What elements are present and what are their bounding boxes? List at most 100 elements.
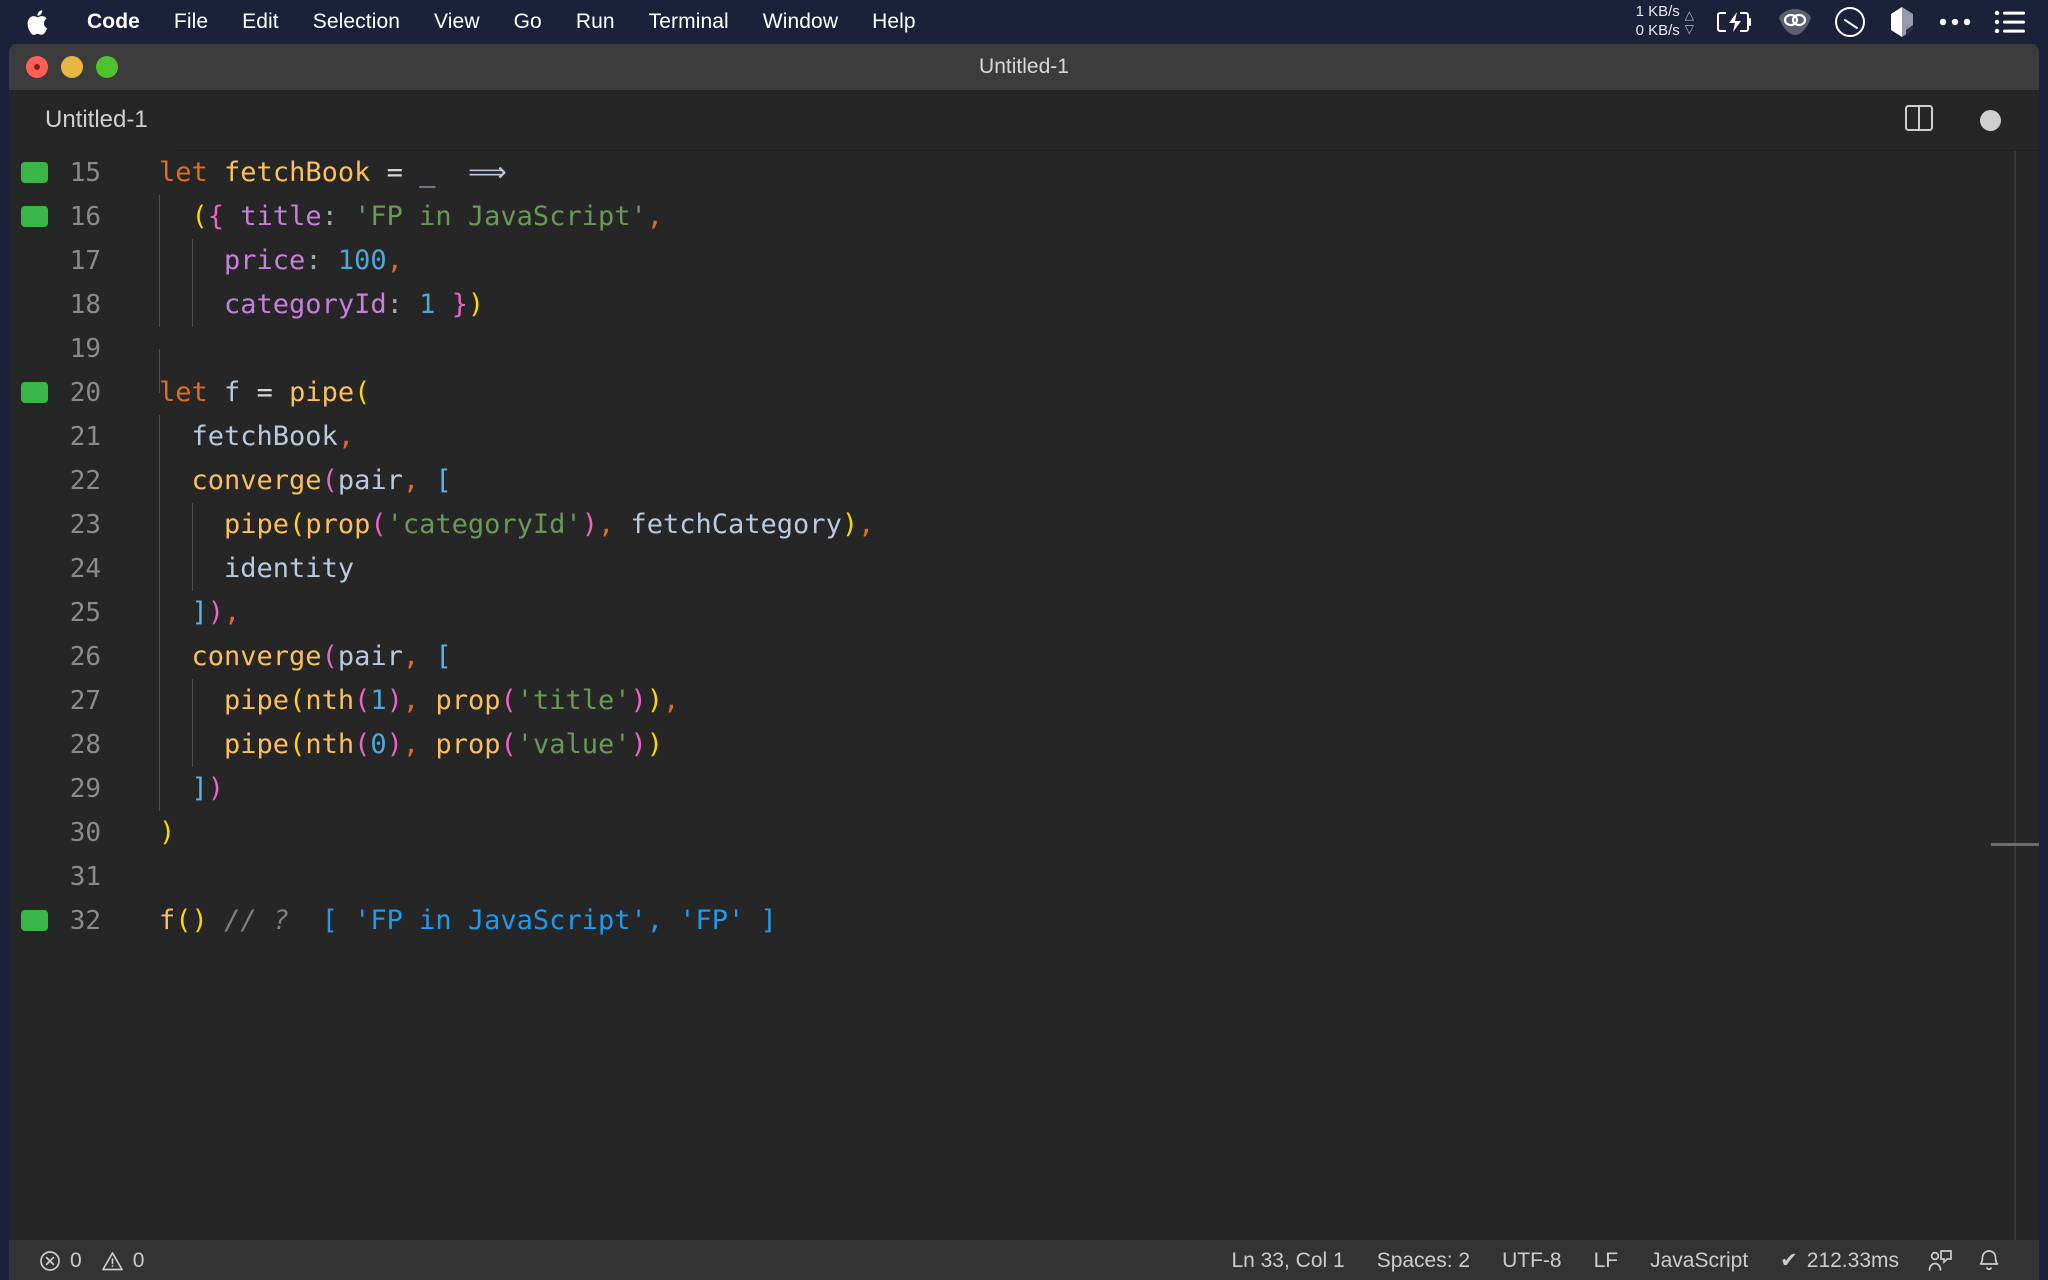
tab-untitled-1[interactable]: Untitled-1 — [9, 89, 176, 151]
code-line[interactable]: 30) — [9, 811, 2039, 855]
indent-guide — [159, 767, 160, 811]
cursor-position[interactable]: Ln 33, Col 1 — [1215, 1240, 1360, 1280]
network-upload-speed: 1 KB/s — [1635, 3, 1680, 21]
code-line[interactable]: 29 ]) — [9, 767, 2039, 811]
control-center-list-icon[interactable] — [1994, 9, 2026, 35]
close-button[interactable] — [26, 55, 48, 78]
line-number: 29 — [69, 774, 101, 804]
indent-guide — [159, 459, 160, 503]
window-title-bar: Untitled-1 — [9, 43, 2039, 90]
network-download-speed: 0 KB/s — [1635, 22, 1680, 39]
indent-guide — [159, 547, 160, 591]
editor-minimap[interactable] — [2015, 151, 2039, 1240]
code-lines-container: 15 let fetchBook = _ ⟹ 16 ({ title: 'FP in… — [9, 151, 2039, 943]
menu-item-selection[interactable]: Selection — [296, 0, 417, 44]
menu-item-help[interactable]: Help — [855, 0, 933, 44]
code-line[interactable]: 21 fetchBook, — [9, 415, 2039, 459]
quokka-run-status[interactable]: ✔ 212.33ms — [1764, 1240, 1915, 1280]
indent-guide — [159, 591, 160, 635]
line-number: 22 — [69, 466, 101, 496]
code-token: // ? — [224, 905, 290, 936]
coverage-marker — [21, 206, 48, 227]
code-line[interactable]: 18 categoryId: 1 }) — [9, 283, 2039, 327]
vpn-eye-icon[interactable] — [1778, 8, 1812, 36]
code-line[interactable]: 28 pipe(nth(0), prop('value')) — [9, 723, 2039, 767]
split-editor-icon[interactable] — [1904, 103, 1934, 138]
code-line[interactable]: 26 converge(pair, [ — [9, 635, 2039, 679]
scrollbar-marker[interactable] — [1991, 843, 2039, 846]
maximize-button[interactable] — [96, 55, 118, 78]
code-line[interactable]: 32 f() // ? [ 'FP in JavaScript', 'FP' ] — [9, 899, 2039, 943]
indentation-setting[interactable]: Spaces: 2 — [1361, 1240, 1486, 1280]
code-line[interactable]: 31 — [9, 855, 2039, 899]
status-bar: 0 0 Ln 33, Col 1 Spaces: 2 UTF-8 LF Java… — [9, 1240, 2039, 1280]
code-token: ( — [175, 905, 192, 936]
error-circle-icon — [39, 1250, 61, 1272]
unsaved-dot-indicator[interactable] — [1980, 109, 2001, 131]
eol-setting[interactable]: LF — [1578, 1240, 1635, 1280]
code-line[interactable]: 16 ({ title: 'FP in JavaScript', — [9, 195, 2039, 239]
coverage-marker — [21, 382, 48, 403]
status-bar-right: Ln 33, Col 1 Spaces: 2 UTF-8 LF JavaScri… — [1215, 1240, 2039, 1280]
code-token: ( — [354, 685, 371, 716]
code-line[interactable]: 27 pipe(nth(1), prop('title')), — [9, 679, 2039, 723]
line-content: converge(pair, [ — [121, 635, 2039, 679]
code-token: nth — [305, 685, 355, 716]
battery-charging-icon[interactable] — [1716, 10, 1756, 34]
code-token: , — [224, 597, 241, 628]
code-line[interactable]: 19 — [9, 327, 2039, 393]
menu-item-run[interactable]: Run — [559, 0, 632, 44]
code-token: _ — [419, 157, 436, 188]
code-token: ( — [354, 377, 371, 408]
menu-item-window[interactable]: Window — [746, 0, 855, 44]
problems-status[interactable]: 0 0 — [23, 1240, 160, 1280]
feedback-icon[interactable] — [1915, 1240, 1965, 1280]
code-token: { — [207, 201, 225, 232]
code-token: let — [159, 377, 208, 408]
language-mode[interactable]: JavaScript — [1634, 1240, 1764, 1280]
code-line[interactable]: 24 identity — [9, 547, 2039, 591]
code-line[interactable]: 25 ]), — [9, 591, 2039, 635]
more-dots-icon[interactable] — [1938, 16, 1972, 28]
coverage-marker — [21, 910, 48, 931]
menu-item-view[interactable]: View — [417, 0, 497, 44]
code-token: pair — [337, 465, 403, 496]
dropbox-icon[interactable] — [1888, 6, 1916, 38]
code-token: fetchCategory — [630, 509, 842, 540]
vscode-window: Untitled-1 Untitled-1 15 let fetchBook = … — [9, 42, 2039, 1280]
line-content: price: 100, — [121, 239, 2039, 283]
indent-guide — [192, 679, 193, 723]
code-line[interactable]: 20 let f = pipe( — [9, 371, 2039, 415]
code-line[interactable]: 22 converge(pair, [ — [9, 459, 2039, 503]
encoding-setting[interactable]: UTF-8 — [1486, 1240, 1578, 1280]
indent-guide — [159, 283, 160, 327]
menu-item-edit[interactable]: Edit — [225, 0, 296, 44]
run-time-value: 212.33ms — [1806, 1248, 1899, 1272]
code-token: , — [337, 421, 355, 452]
code-token: 0 — [370, 729, 387, 760]
apple-logo-icon[interactable] — [26, 9, 48, 36]
menu-item-terminal[interactable]: Terminal — [632, 0, 746, 44]
code-line[interactable]: 15 let fetchBook = _ ⟹ — [9, 151, 2039, 195]
code-editor[interactable]: 15 let fetchBook = _ ⟹ 16 ({ title: 'FP in… — [9, 151, 2039, 1240]
line-content: converge(pair, [ — [121, 459, 2039, 503]
line-content: ]), — [121, 591, 2039, 635]
code-token: f — [224, 377, 241, 408]
code-token: pipe — [289, 377, 355, 408]
network-speed-indicator[interactable]: 1 KB/s 0 KB/s △ ▽ — [1636, 3, 1694, 41]
code-token: fetchBook — [191, 421, 338, 452]
code-line[interactable]: 17 price: 100, — [9, 239, 2039, 283]
clock-dial-icon[interactable] — [1834, 6, 1866, 38]
menu-item-file[interactable]: File — [157, 0, 225, 44]
menu-item-code[interactable]: Code — [70, 0, 157, 44]
bell-icon[interactable] — [1965, 1240, 2013, 1280]
line-content: let fetchBook = _ ⟹ — [121, 151, 2039, 195]
indent-guide — [192, 239, 193, 283]
code-line[interactable]: 23 pipe(prop('categoryId'), fetchCategor… — [9, 503, 2039, 547]
minimize-button[interactable] — [61, 55, 83, 78]
code-token: ( — [321, 465, 338, 496]
menu-item-go[interactable]: Go — [497, 0, 559, 44]
code-token: ( — [500, 729, 517, 760]
